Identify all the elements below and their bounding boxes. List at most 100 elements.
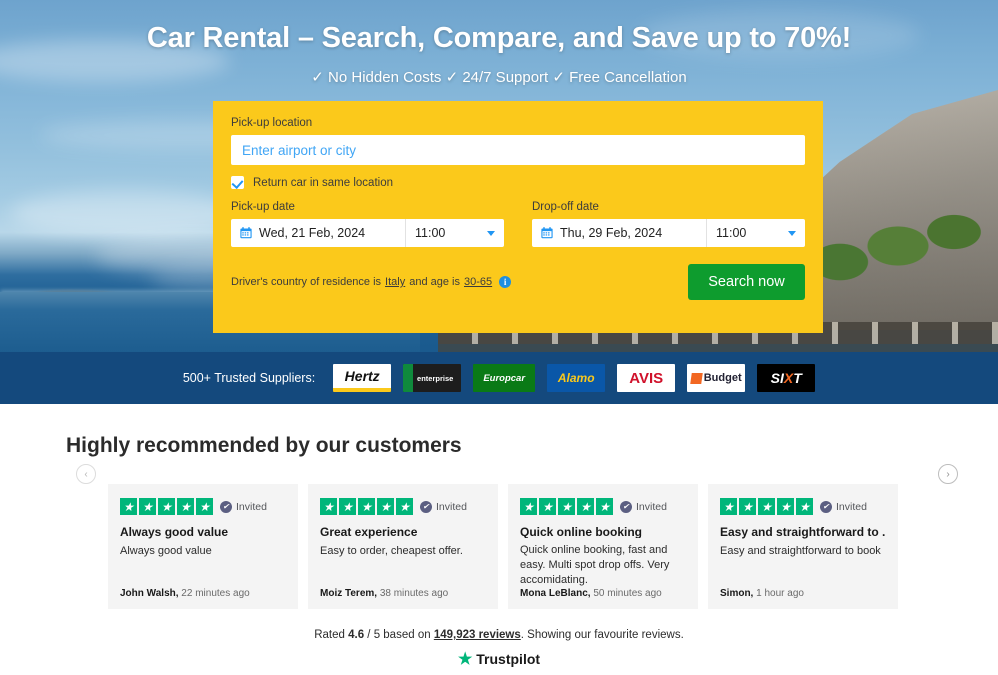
pickup-date-column: Pick-up date Wed, 21 Feb, 2024 11:00 [231, 201, 504, 247]
supplier-logo-sixt[interactable]: SI X T [757, 364, 816, 392]
invited-badge: ✔ Invited [220, 500, 267, 513]
review-body: Quick online booking, fast and easy. Mul… [520, 544, 670, 587]
search-now-button[interactable]: Search now [688, 264, 805, 300]
pickup-date-value: Wed, 21 Feb, 2024 [259, 226, 366, 240]
dropoff-date-value: Thu, 29 Feb, 2024 [560, 226, 663, 240]
pickup-location-input[interactable] [231, 135, 805, 165]
supplier-logo-budget[interactable]: Budget [687, 364, 746, 392]
carousel-next-icon[interactable]: › [938, 464, 958, 484]
reviews-carousel[interactable]: ★ ★ ★ ★ ★ ✔ Invited Always good value Al… [108, 484, 998, 609]
pickup-time-select[interactable]: 11:00 [406, 219, 504, 247]
review-rating-row: ★ ★ ★ ★ ★ ✔ Invited [520, 498, 686, 515]
budget-label: Budget [703, 372, 742, 384]
trustpilot-logo[interactable]: ★ Trustpilot [0, 649, 998, 669]
invited-badge: ✔ Invited [620, 500, 667, 513]
pickup-date-label: Pick-up date [231, 201, 295, 213]
review-body: Always good value [120, 545, 212, 557]
dropoff-date-field[interactable]: Thu, 29 Feb, 2024 [532, 219, 707, 247]
star-icon: ★ [520, 498, 537, 515]
star-icon: ★ [720, 498, 737, 515]
star-icon: ★ [339, 498, 356, 515]
dropoff-date-column: Drop-off date Thu, 29 Feb, 2024 11:00 [532, 201, 805, 247]
supplier-logo-avis[interactable]: AVIS [617, 364, 676, 392]
review-rating-row: ★ ★ ★ ★ ★ ✔ Invited [320, 498, 486, 515]
supplier-logo-hertz[interactable]: Hertz [333, 364, 392, 392]
star-icon: ★ [358, 498, 375, 515]
star-icon: ★ [577, 498, 594, 515]
driver-note-prefix: Driver's country of residence is [231, 276, 382, 288]
driver-age-link[interactable]: 30-65 [464, 276, 492, 288]
invited-label: Invited [436, 500, 467, 513]
star-icon: ★ [120, 498, 137, 515]
review-card[interactable]: ★ ★ ★ ★ ★ ✔ Invited Always good value Al… [108, 484, 298, 609]
hero-subtitle: ✓ No Hidden Costs ✓ 24/7 Support ✓ Free … [311, 69, 687, 86]
review-author: Simon, [720, 588, 754, 599]
star-icon: ★ [396, 498, 413, 515]
verified-check-icon: ✔ [220, 500, 232, 513]
review-card[interactable]: ★ ★ ★ ★ ★ ✔ Invited Easy and straightfor… [708, 484, 898, 609]
sixt-part-3: T [793, 370, 802, 386]
sixt-part-1: SI [770, 370, 784, 386]
pickup-date-group: Wed, 21 Feb, 2024 11:00 [231, 219, 504, 247]
dropoff-date-label: Drop-off date [532, 201, 599, 213]
aggregate-rating: Rated 4.6 / 5 based on 149,923 reviews. … [0, 629, 998, 641]
rating-prefix: Rated [314, 629, 349, 641]
same-location-row[interactable]: Return car in same location [231, 176, 805, 189]
star-icon: ★ [777, 498, 794, 515]
carousel-prev-icon[interactable]: ‹ [76, 464, 96, 484]
invited-label: Invited [636, 500, 667, 513]
review-time: 22 minutes ago [178, 588, 250, 599]
same-location-checkbox[interactable] [231, 176, 244, 189]
invited-label: Invited [236, 500, 267, 513]
supplier-logo-enterprise[interactable]: enterprise [403, 364, 462, 392]
verified-check-icon: ✔ [820, 500, 832, 513]
review-time: 38 minutes ago [377, 588, 449, 599]
driver-details-note: Driver's country of residence is Italy a… [231, 276, 512, 288]
star-icon: ★ [320, 498, 337, 515]
hero-banner: Car Rental – Search, Compare, and Save u… [0, 0, 998, 352]
review-time: 1 hour ago [753, 588, 804, 599]
supplier-logo-alamo[interactable]: Alamo [547, 364, 606, 392]
calendar-icon [240, 227, 252, 239]
review-title: Always good value [120, 525, 229, 539]
budget-mark-icon [689, 372, 703, 384]
review-title: Easy and straightforward to ... [720, 525, 886, 539]
same-location-label: Return car in same location [253, 176, 393, 189]
star-icon: ★ [558, 498, 575, 515]
review-body: Easy to order, cheapest offer. [320, 545, 463, 557]
star-icon: ★ [596, 498, 613, 515]
trustpilot-wordmark: Trustpilot [476, 651, 541, 667]
review-card[interactable]: ★ ★ ★ ★ ★ ✔ Invited Great experience Eas… [308, 484, 498, 609]
star-icon: ★ [796, 498, 813, 515]
info-icon[interactable]: i [499, 276, 512, 288]
review-author: John Walsh, [120, 588, 179, 599]
review-rating-row: ★ ★ ★ ★ ★ ✔ Invited [720, 498, 886, 515]
cloud-shape [10, 190, 240, 236]
review-card[interactable]: ★ ★ ★ ★ ★ ✔ Invited Quick online booking… [508, 484, 698, 609]
trustpilot-star-icon: ★ [457, 651, 473, 668]
rating-middle: / 5 based on [364, 629, 434, 641]
star-icon: ★ [158, 498, 175, 515]
reviews-section: Highly recommended by our customers ‹ › … [0, 404, 998, 669]
search-form: Pick-up location Return car in same loca… [213, 101, 823, 333]
invited-badge: ✔ Invited [420, 500, 467, 513]
star-icon: ★ [377, 498, 394, 515]
review-title: Quick online booking [520, 525, 643, 539]
form-bottom-row: Driver's country of residence is Italy a… [231, 264, 805, 300]
rating-count-link[interactable]: 149,923 reviews [434, 629, 521, 641]
pickup-date-field[interactable]: Wed, 21 Feb, 2024 [231, 219, 406, 247]
supplier-logo-europcar[interactable]: Europcar [473, 364, 536, 392]
dropoff-time-select[interactable]: 11:00 [707, 219, 805, 247]
dropoff-time-value: 11:00 [716, 226, 747, 240]
calendar-icon [541, 227, 553, 239]
rating-score: 4.6 [348, 629, 365, 641]
suppliers-label: 500+ Trusted Suppliers: [182, 371, 316, 385]
review-meta: Moiz Terem, 38 minutes ago [320, 588, 486, 599]
review-author: Moiz Terem, [320, 588, 378, 599]
review-body: Easy and straightforward to book [720, 545, 881, 557]
dates-row: Pick-up date Wed, 21 Feb, 2024 11:00 Dro… [231, 201, 805, 247]
driver-country-link[interactable]: Italy [385, 276, 405, 288]
sixt-part-2: X [783, 370, 794, 386]
chevron-down-icon [788, 230, 796, 236]
review-meta: Simon, 1 hour ago [720, 588, 886, 599]
